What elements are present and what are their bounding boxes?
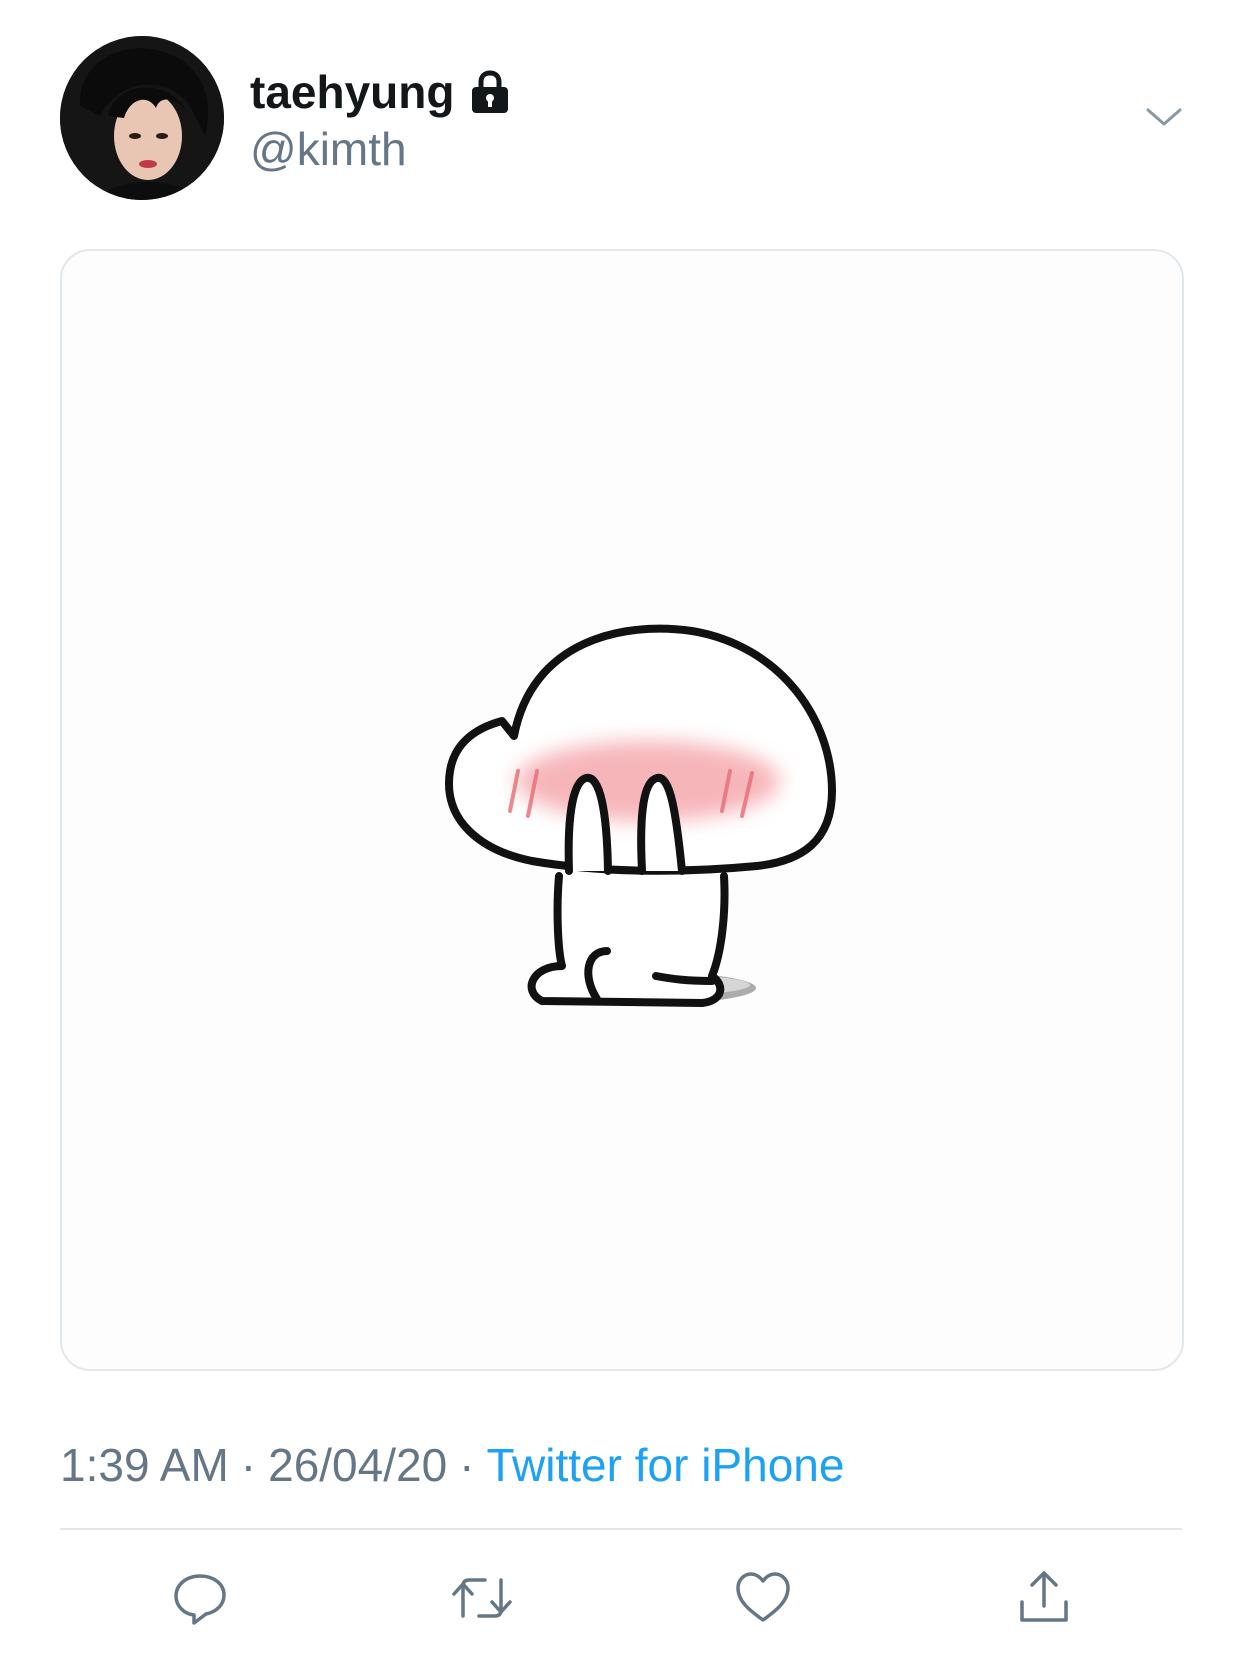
author-name-row: taehyung bbox=[250, 62, 512, 122]
tweet-date: 26/04/20 bbox=[268, 1439, 448, 1491]
tweet-action-bar bbox=[0, 1560, 1242, 1640]
meta-separator: · bbox=[240, 1439, 257, 1491]
tweet-time: 1:39 AM bbox=[60, 1439, 229, 1491]
author-handle[interactable]: @kimth bbox=[250, 122, 407, 176]
blushing-mushroom-character bbox=[444, 624, 836, 1007]
meta-separator: · bbox=[459, 1439, 475, 1491]
lock-icon bbox=[468, 69, 512, 115]
author-display-name[interactable]: taehyung bbox=[250, 65, 454, 119]
reply-icon bbox=[174, 1574, 226, 1625]
share-button[interactable] bbox=[1006, 1560, 1082, 1636]
avatar-image bbox=[60, 36, 224, 200]
share-icon bbox=[1020, 1571, 1068, 1622]
divider bbox=[60, 1528, 1182, 1530]
reply-button[interactable] bbox=[162, 1560, 238, 1636]
retweet-icon bbox=[452, 1578, 512, 1618]
tweet-meta: 1:39 AM · 26/04/20 · Twitter for iPhone bbox=[60, 1438, 844, 1492]
avatar[interactable] bbox=[60, 36, 224, 200]
like-button[interactable] bbox=[725, 1560, 801, 1636]
like-icon bbox=[736, 1572, 790, 1622]
retweet-button[interactable] bbox=[444, 1560, 520, 1636]
tweet-source-link[interactable]: Twitter for iPhone bbox=[487, 1439, 845, 1491]
chevron-down-icon[interactable] bbox=[1144, 100, 1184, 136]
tweet-media[interactable] bbox=[60, 249, 1184, 1371]
